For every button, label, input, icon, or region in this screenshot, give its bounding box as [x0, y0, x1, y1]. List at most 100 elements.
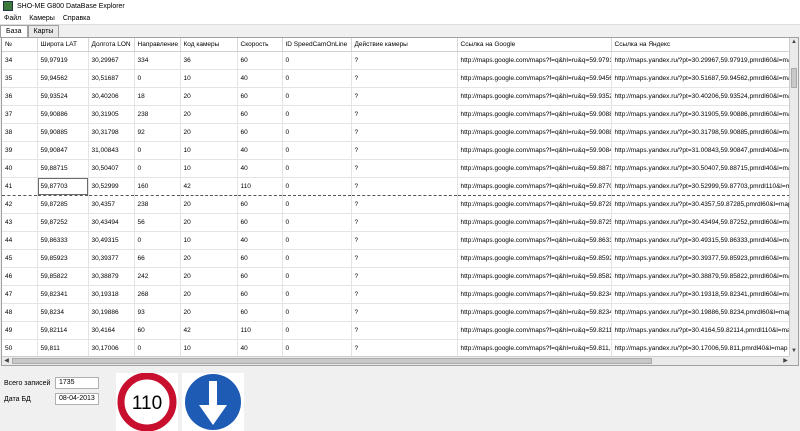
table-cell[interactable]: 0: [134, 231, 181, 250]
table-row[interactable]: 35 59,94562 30,51687 0 10 40 0? http://maps.goo…: [2, 69, 790, 88]
table-cell[interactable]: 47: [2, 285, 38, 304]
table-cell[interactable]: 59,8234: [37, 303, 89, 322]
table-cell[interactable]: 38: [2, 123, 38, 142]
table-cell[interactable]: http://maps.yandex.ru/?pt=30.49315,59.86…: [611, 231, 790, 250]
table-cell[interactable]: 30,38879: [88, 267, 135, 286]
table-cell[interactable]: 31,00843: [88, 141, 135, 160]
table-cell[interactable]: 18: [134, 87, 181, 106]
table-cell[interactable]: 60: [237, 249, 283, 268]
table-cell[interactable]: 30,31905: [88, 105, 135, 124]
table-row[interactable]: 37 59,90886 30,31905 238 20 60 0? http://maps.g…: [2, 105, 790, 124]
table-cell[interactable]: 30,29967: [88, 51, 135, 70]
table-cell[interactable]: http://maps.google.com/maps?f=q&hl=ru&q=…: [457, 321, 612, 340]
table-cell[interactable]: http://maps.google.com/maps?f=q&hl=ru&q=…: [457, 105, 612, 124]
table-cell[interactable]: 40: [2, 159, 38, 178]
table-cell[interactable]: 36: [180, 51, 238, 70]
column-header[interactable]: №: [2, 38, 38, 52]
table-row[interactable]: 36 59,93524 30,40206 18 20 60 0? http://maps.go…: [2, 87, 790, 106]
table-cell[interactable]: ?: [351, 105, 458, 124]
table-cell[interactable]: 30,19318: [88, 285, 135, 304]
table-cell[interactable]: 34: [2, 51, 38, 70]
table-cell[interactable]: 30,4357: [88, 195, 135, 214]
table-row[interactable]: 40 59,88715 30,50407 0 10 40 0? http://maps.goo…: [2, 159, 790, 178]
table-cell[interactable]: 20: [180, 195, 238, 214]
table-cell[interactable]: 40: [237, 231, 283, 250]
table-cell[interactable]: 59,811: [37, 339, 89, 356]
table-cell[interactable]: 59,87285: [37, 195, 89, 214]
table-cell[interactable]: http://maps.yandex.ru/?pt=30.51687,59.94…: [611, 69, 790, 88]
table-cell[interactable]: ?: [351, 51, 458, 70]
table-cell[interactable]: http://maps.yandex.ru/?pt=30.39377,59.85…: [611, 249, 790, 268]
menu-file[interactable]: Файл: [0, 15, 25, 22]
table-cell[interactable]: 20: [180, 267, 238, 286]
table-cell[interactable]: 60: [237, 267, 283, 286]
table-cell[interactable]: 0: [282, 159, 352, 178]
table-cell[interactable]: http://maps.yandex.ru/?pt=30.31905,59.90…: [611, 105, 790, 124]
table-cell[interactable]: 56: [134, 213, 181, 232]
table-cell[interactable]: 43: [2, 213, 38, 232]
table-cell[interactable]: http://maps.yandex.ru/?pt=30.50407,59.88…: [611, 159, 790, 178]
table-cell[interactable]: 30,43494: [88, 213, 135, 232]
table-cell[interactable]: http://maps.google.com/maps?f=q&hl=ru&q=…: [457, 87, 612, 106]
table-cell[interactable]: ?: [351, 285, 458, 304]
table-cell[interactable]: 10: [180, 69, 238, 88]
table-cell[interactable]: 10: [180, 231, 238, 250]
table-cell[interactable]: 0: [282, 267, 352, 286]
table-row[interactable]: 49 59,82114 30,4164 60 42 110 0? http://maps.go…: [2, 321, 790, 340]
table-cell[interactable]: 0: [282, 321, 352, 340]
table-cell[interactable]: 30,17006: [88, 339, 135, 356]
scroll-left-icon[interactable]: ◀: [2, 357, 11, 365]
table-cell[interactable]: 60: [237, 51, 283, 70]
table-cell[interactable]: 59,90885: [37, 123, 89, 142]
column-header[interactable]: Направление: [134, 38, 181, 52]
table-cell[interactable]: 59,94562: [37, 69, 89, 88]
table-cell[interactable]: 30,50407: [88, 159, 135, 178]
table-cell[interactable]: http://maps.google.com/maps?f=q&hl=ru&q=…: [457, 249, 612, 268]
table-cell[interactable]: 42: [180, 321, 238, 340]
column-header[interactable]: Ссылка на Яндекс: [611, 38, 790, 52]
table-cell[interactable]: 40: [237, 141, 283, 160]
table-cell[interactable]: 0: [282, 339, 352, 356]
table-cell[interactable]: http://maps.yandex.ru/?pt=30.38879,59.85…: [611, 267, 790, 286]
table-cell[interactable]: 46: [2, 267, 38, 286]
column-header[interactable]: ID SpeedCamOnLine: [282, 38, 352, 52]
table-cell[interactable]: http://maps.google.com/maps?f=q&hl=ru&q=…: [457, 339, 612, 356]
table-cell[interactable]: 59,90847: [37, 141, 89, 160]
table-cell[interactable]: http://maps.google.com/maps?f=q&hl=ru&q=…: [457, 267, 612, 286]
table-cell[interactable]: 59,93524: [37, 87, 89, 106]
table-cell[interactable]: 30,4164: [88, 321, 135, 340]
table-cell[interactable]: 0: [282, 87, 352, 106]
table-cell[interactable]: http://maps.yandex.ru/?pt=30.19318,59.82…: [611, 285, 790, 304]
table-cell[interactable]: http://maps.yandex.ru/?pt=30.29967,59.97…: [611, 51, 790, 70]
table-cell[interactable]: 110: [237, 321, 283, 340]
table-cell[interactable]: 20: [180, 249, 238, 268]
table-cell[interactable]: 0: [282, 123, 352, 142]
table-cell[interactable]: 238: [134, 195, 181, 214]
table-cell[interactable]: http://maps.yandex.ru/?pt=30.4357,59.872…: [611, 195, 790, 214]
table-cell[interactable]: 20: [180, 285, 238, 304]
table-cell[interactable]: 0: [282, 213, 352, 232]
table-row[interactable]: 41 59,87703 30,52999 160 42 110 0? http://maps.…: [2, 177, 790, 196]
table-cell[interactable]: ?: [351, 87, 458, 106]
horizontal-scroll-thumb[interactable]: [12, 358, 652, 364]
table-cell[interactable]: ?: [351, 249, 458, 268]
table-row[interactable]: 42 59,87285 30,4357 238 20 60 0? http://maps.go…: [2, 195, 790, 214]
table-cell[interactable]: ?: [351, 339, 458, 356]
table-cell[interactable]: http://maps.google.com/maps?f=q&hl=ru&q=…: [457, 69, 612, 88]
table-cell[interactable]: 59,82114: [37, 321, 89, 340]
table-row[interactable]: 34 59,97919 30,29967 334 36 60 0? http://maps.g…: [2, 51, 790, 70]
vertical-scroll-thumb[interactable]: [791, 68, 797, 88]
table-cell[interactable]: http://maps.google.com/maps?f=q&hl=ru&q=…: [457, 177, 612, 196]
table-cell[interactable]: 160: [134, 177, 181, 196]
table-cell[interactable]: 59,82341: [37, 285, 89, 304]
table-cell[interactable]: 30,49315: [88, 231, 135, 250]
table-cell[interactable]: 238: [134, 105, 181, 124]
table-row[interactable]: 46 59,85822 30,38879 242 20 60 0? http://maps.g…: [2, 267, 790, 286]
table-cell[interactable]: http://maps.yandex.ru/?pt=30.43494,59.87…: [611, 213, 790, 232]
horizontal-scrollbar[interactable]: ◀ ▶: [2, 356, 790, 365]
table-cell[interactable]: http://maps.yandex.ru/?pt=30.19886,59.82…: [611, 303, 790, 322]
table-cell[interactable]: http://maps.google.com/maps?f=q&hl=ru&q=…: [457, 141, 612, 160]
table-cell[interactable]: 60: [237, 213, 283, 232]
table-cell[interactable]: 59,86333: [37, 231, 89, 250]
table-cell[interactable]: 50: [2, 339, 38, 356]
